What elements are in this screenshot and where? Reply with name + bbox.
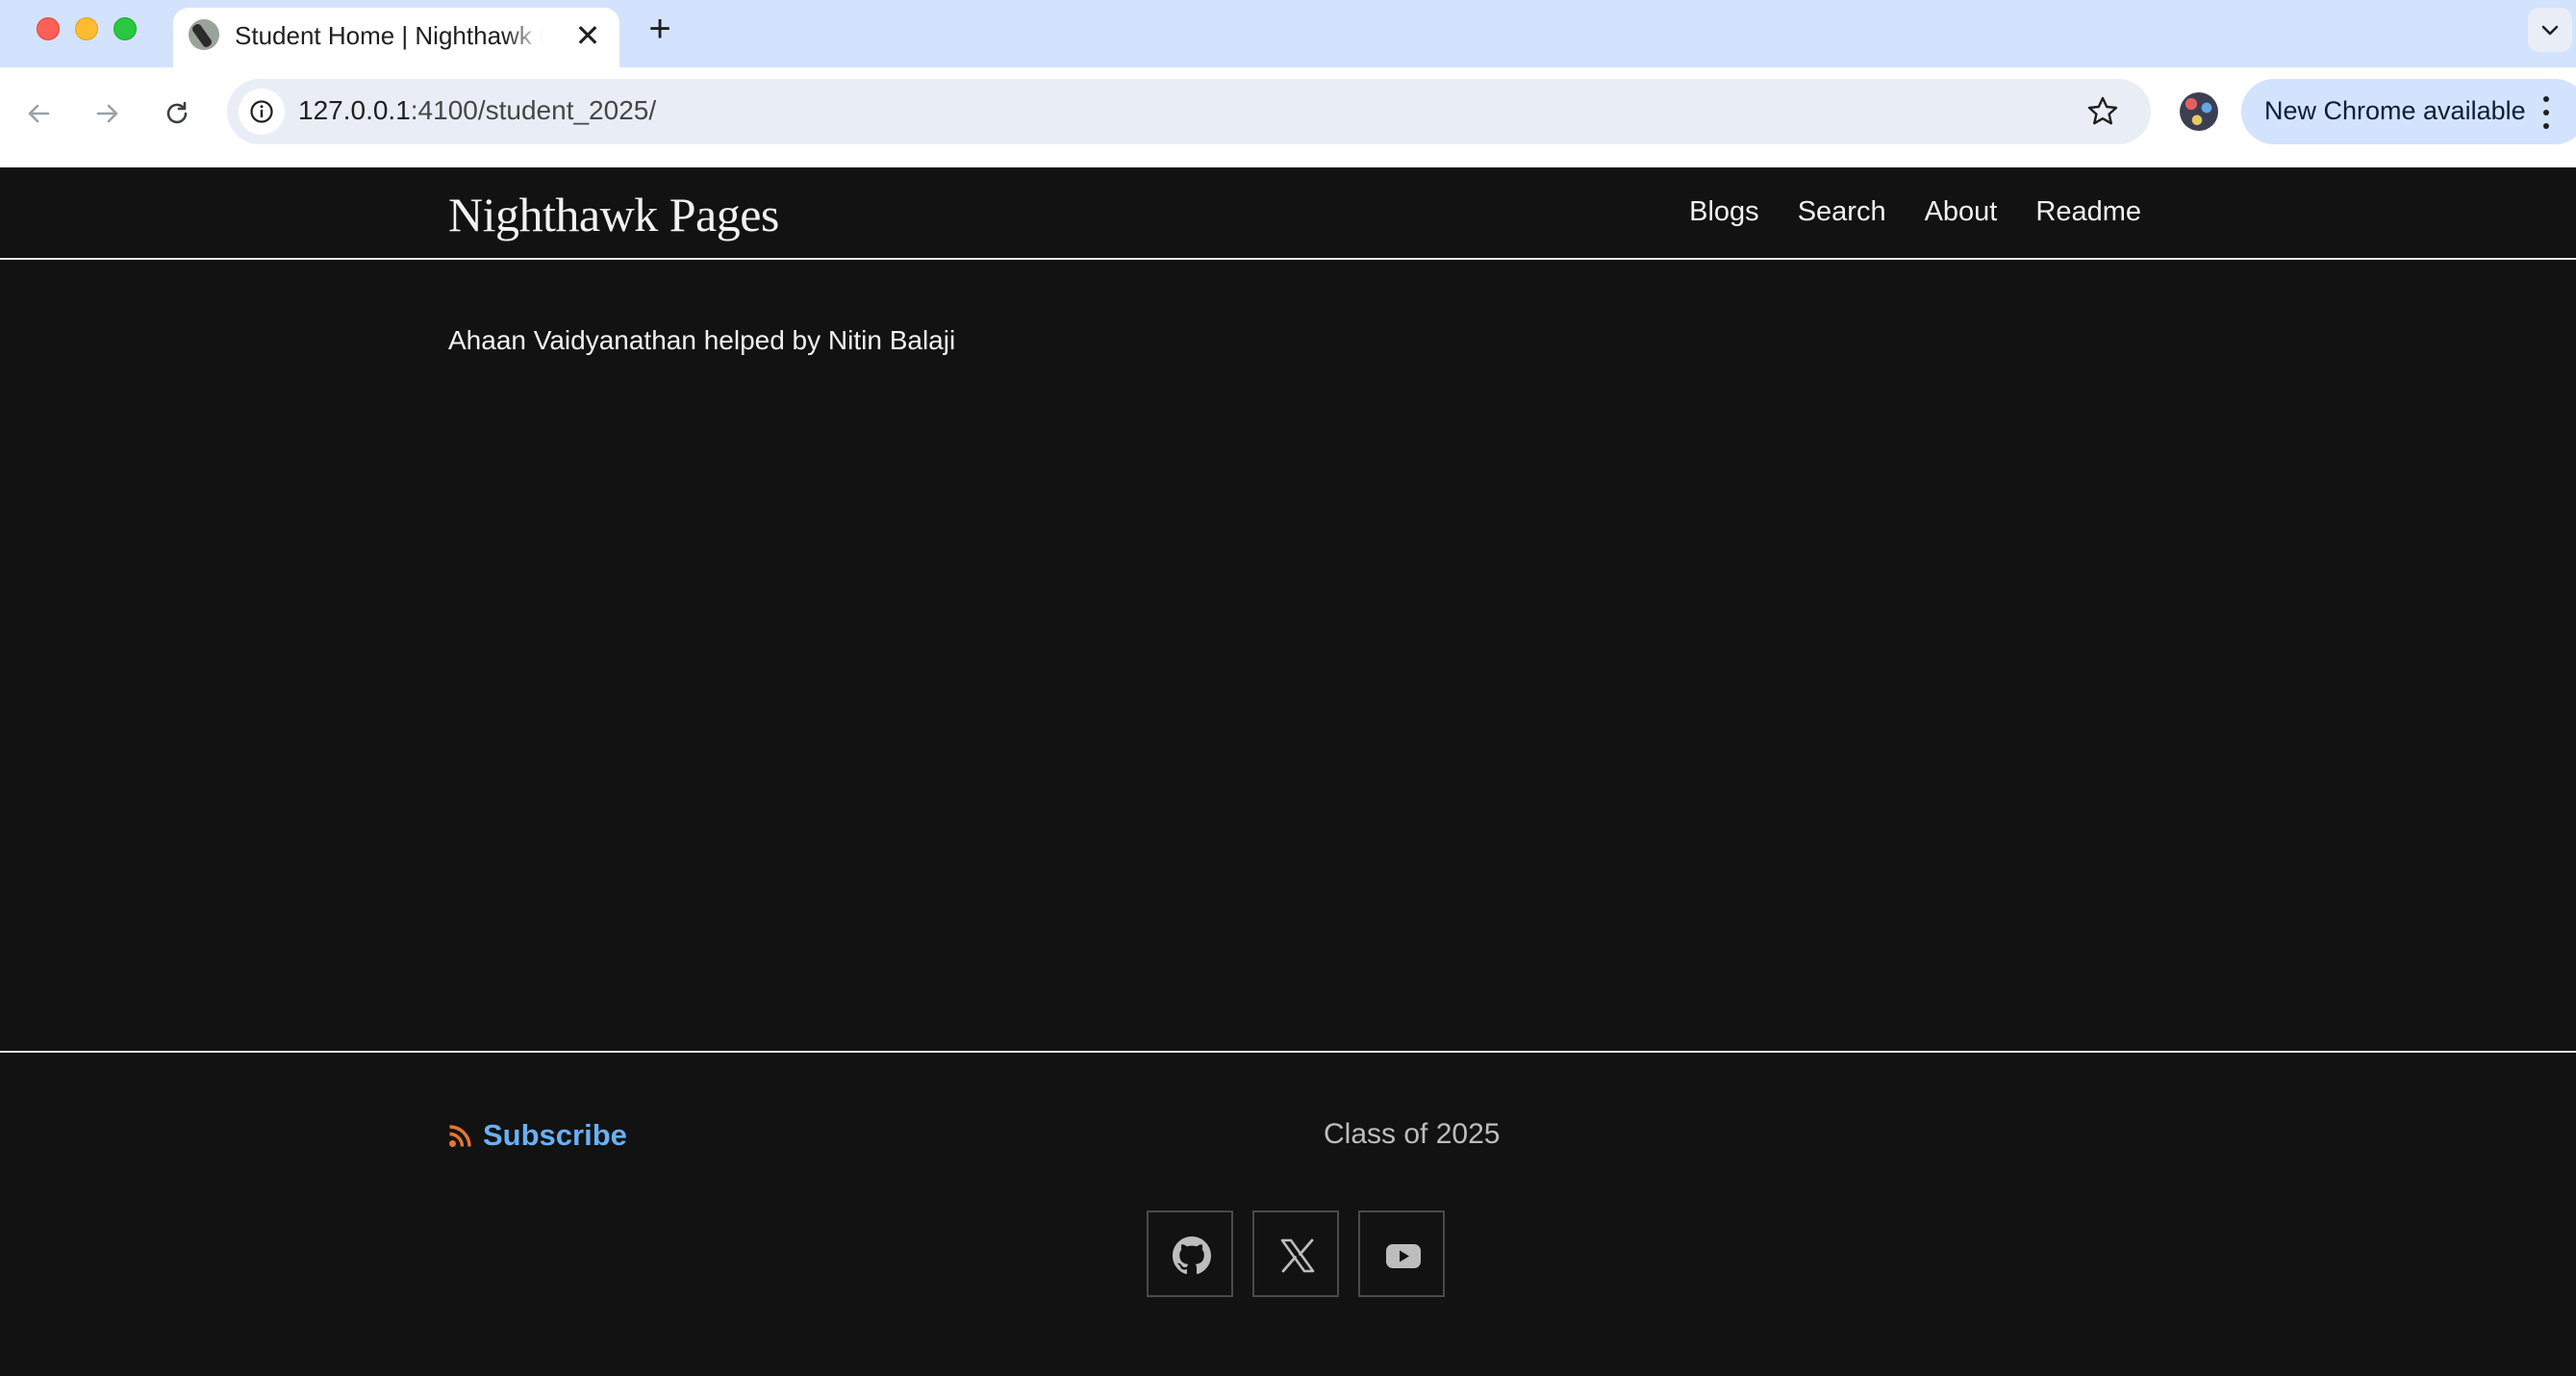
bookmark-star-button[interactable] <box>2084 92 2122 131</box>
subscribe-link[interactable]: Subscribe <box>448 1118 627 1153</box>
reload-icon <box>166 101 188 124</box>
forward-arrow-icon <box>96 104 118 123</box>
bookmark-star-icon <box>2087 96 2118 125</box>
github-icon <box>1173 1236 1211 1275</box>
chrome-divider <box>0 160 2576 167</box>
url-path: :4100/student_2025/ <box>410 95 657 125</box>
site-info-button[interactable] <box>239 89 285 135</box>
youtube-link[interactable] <box>1358 1210 1445 1297</box>
tab-title: Student Home | Nighthawk Pages <box>235 21 543 50</box>
update-label: New Chrome available <box>2264 96 2526 125</box>
browser-toolbar: 127.0.0.1:4100/student_2025/ New Chrome … <box>0 67 2576 160</box>
back-button[interactable] <box>15 90 62 137</box>
nav-search-link[interactable]: Search <box>1798 196 1886 228</box>
subscribe-label: Subscribe <box>483 1118 627 1152</box>
profile-avatar[interactable] <box>2180 92 2218 131</box>
url-text[interactable]: 127.0.0.1:4100/student_2025/ <box>298 95 656 126</box>
kebab-menu-icon[interactable] <box>2541 96 2551 129</box>
x-twitter-icon <box>1280 1238 1315 1273</box>
x-twitter-link[interactable] <box>1252 1210 1339 1297</box>
active-tab[interactable]: Student Home | Nighthawk Pages ✕ <box>173 8 619 67</box>
nav-readme-link[interactable]: Readme <box>2035 196 2141 228</box>
site-info-icon <box>250 100 273 123</box>
back-arrow-icon <box>28 104 50 123</box>
social-links <box>1147 1210 1445 1297</box>
site-nav: Blogs Search About Readme <box>1689 196 2141 228</box>
site-footer: Subscribe Class of 2025 <box>0 1051 2576 1376</box>
forward-button[interactable] <box>85 90 131 137</box>
address-bar[interactable]: 127.0.0.1:4100/student_2025/ <box>227 79 2151 144</box>
browser-tab-bar: Student Home | Nighthawk Pages ✕ + <box>0 0 2576 67</box>
nav-about-link[interactable]: About <box>1925 196 1998 228</box>
minimize-window-button[interactable] <box>75 17 98 40</box>
zoom-window-button[interactable] <box>114 17 137 40</box>
author-byline: Ahaan Vaidyanathan helped by Nitin Balaj… <box>448 325 956 355</box>
tab-search-button[interactable] <box>2528 8 2572 52</box>
github-link[interactable] <box>1147 1210 1233 1297</box>
close-window-button[interactable] <box>37 17 60 40</box>
class-year-label: Class of 2025 <box>1324 1118 1501 1150</box>
url-host: 127.0.0.1 <box>298 95 411 125</box>
chevron-down-icon <box>2541 25 2559 36</box>
new-chrome-available-button[interactable]: New Chrome available <box>2241 79 2576 144</box>
nav-blogs-link[interactable]: Blogs <box>1689 196 1759 228</box>
new-tab-button[interactable]: + <box>641 10 679 48</box>
reload-button[interactable] <box>154 90 200 137</box>
youtube-icon <box>1386 1244 1421 1268</box>
tab-close-icon[interactable]: ✕ <box>571 19 604 52</box>
site-favicon-icon <box>189 19 219 50</box>
site-title-link[interactable]: Nighthawk Pages <box>448 187 779 242</box>
site-header: Nighthawk Pages Blogs Search About Readm… <box>0 167 2576 260</box>
rss-feed-icon <box>449 1125 471 1147</box>
